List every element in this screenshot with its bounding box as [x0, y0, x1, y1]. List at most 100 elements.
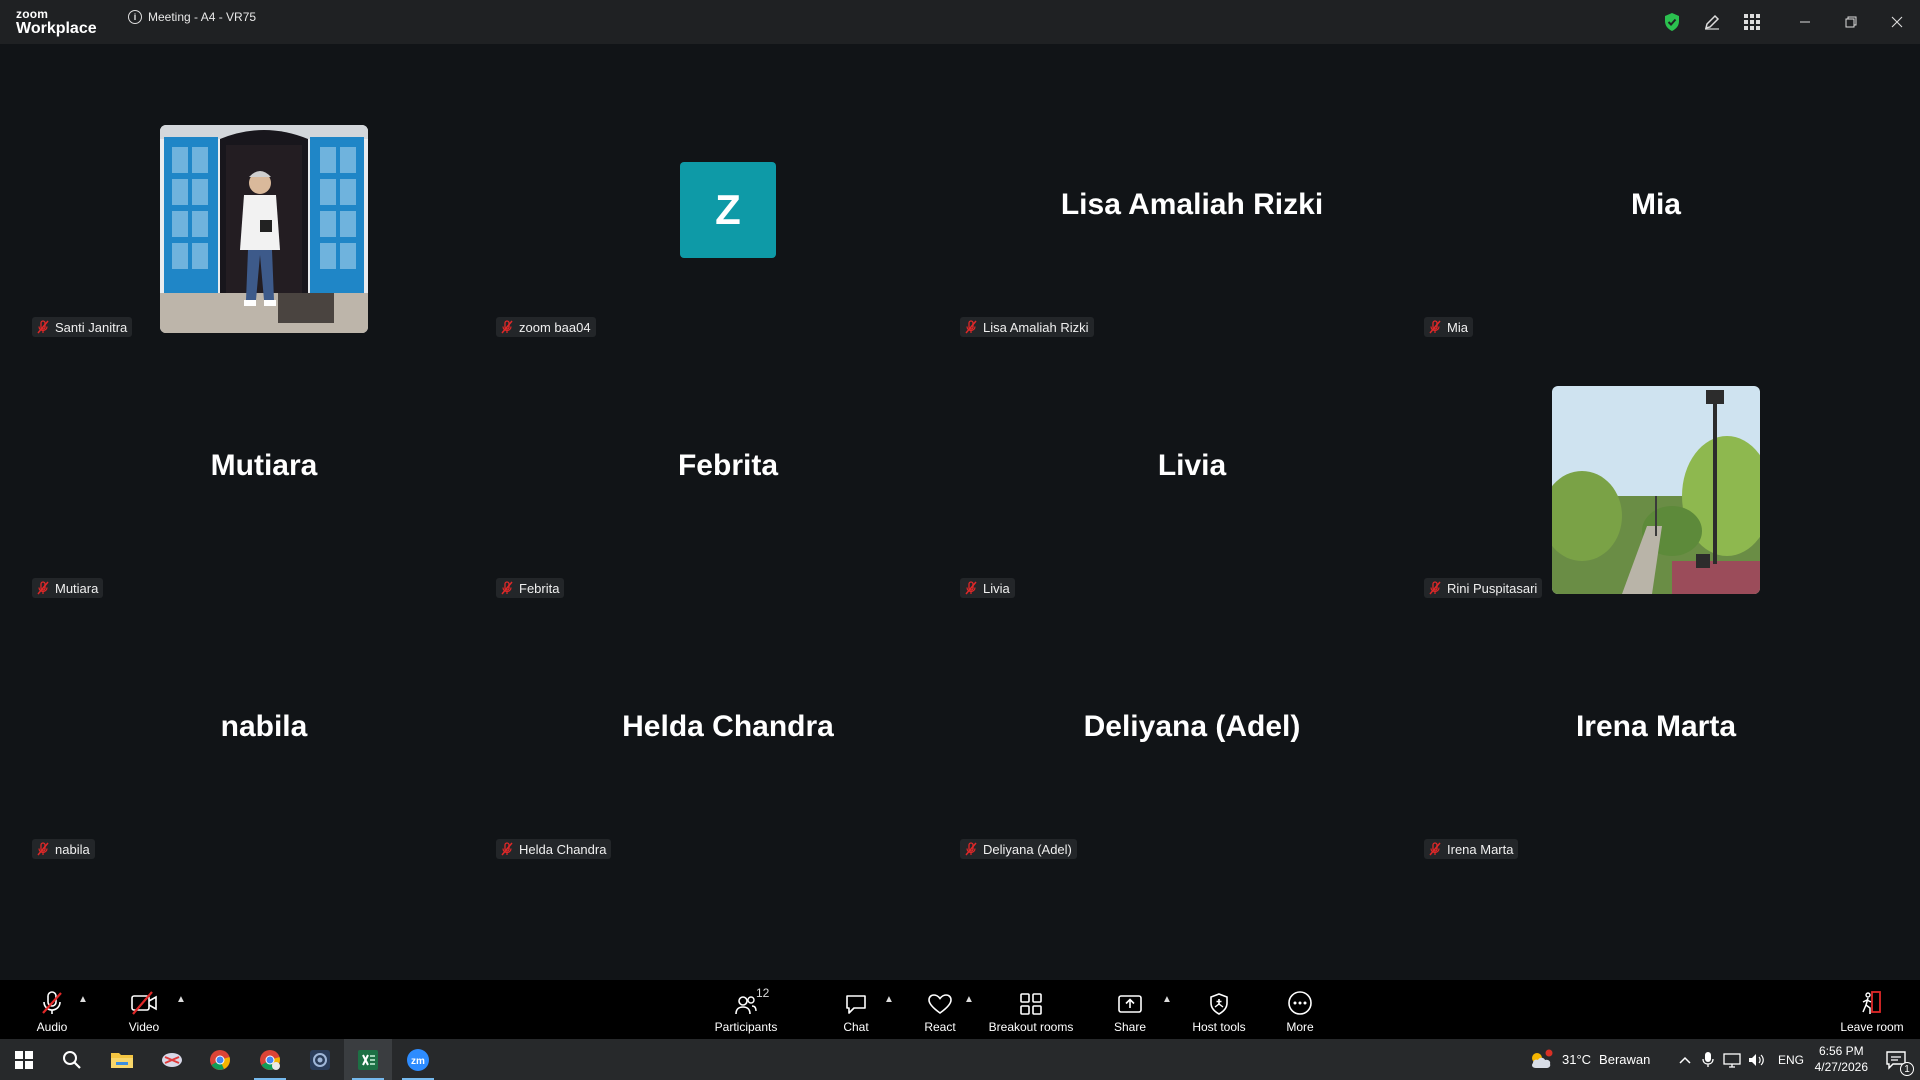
microphone-tray-icon[interactable] [1696, 1051, 1720, 1068]
more-dots-icon [1287, 990, 1313, 1016]
participant-tile[interactable]: Mutiara Mutiara [0, 341, 528, 602]
breakout-rooms-button[interactable]: Breakout rooms [985, 980, 1077, 1039]
participants-label: Participants [714, 1020, 778, 1034]
snipping-tool-icon [162, 1052, 182, 1067]
participant-display-name: Helda Chandra [622, 710, 834, 743]
participant-tile[interactable]: Mia Mia [1392, 80, 1920, 341]
heart-react-icon [927, 990, 953, 1016]
participant-tag-text: zoom baa04 [519, 319, 591, 335]
breakout-rooms-icon [1019, 990, 1043, 1016]
participant-display-name: Livia [1157, 449, 1227, 482]
participant-display-name: Lisa Amaliah Rizki [1060, 188, 1324, 221]
network-icon[interactable] [1720, 1052, 1744, 1068]
excel-taskbar-item[interactable] [344, 1039, 392, 1080]
search-icon [63, 1050, 81, 1069]
muted-mic-icon [36, 581, 50, 595]
chat-icon [844, 990, 868, 1016]
participant-display-name: Irena Marta [1575, 710, 1737, 743]
language-indicator[interactable]: ENG [1778, 1053, 1804, 1067]
participant-name-tag: Rini Puspitasari [1424, 578, 1543, 598]
info-icon: i [128, 10, 142, 24]
restore-button[interactable] [1828, 0, 1874, 44]
audio-button[interactable]: Audio [30, 980, 74, 1039]
video-options-caret[interactable]: ▲ [176, 994, 186, 1005]
snip-tool-taskbar-item[interactable] [148, 1039, 196, 1080]
muted-mic-icon [964, 320, 978, 334]
react-button[interactable]: React [918, 980, 962, 1039]
start-button[interactable] [0, 1039, 48, 1080]
participant-tag-text: Rini Puspitasari [1447, 580, 1538, 596]
react-options-caret[interactable]: ▲ [964, 994, 974, 1005]
participant-tile[interactable]: Deliyana (Adel) Deliyana (Adel) [928, 602, 1456, 863]
muted-mic-icon [1428, 320, 1442, 334]
zoom-taskbar-item[interactable]: zm [394, 1039, 442, 1080]
participant-tile[interactable]: Livia Livia [928, 341, 1456, 602]
close-button[interactable] [1874, 0, 1920, 44]
notification-center-button[interactable]: 1 [1872, 1039, 1920, 1080]
leave-room-icon [1858, 990, 1886, 1016]
participant-tag-text: Santi Janitra [55, 319, 128, 335]
participant-tag-text: Mia [1447, 319, 1468, 335]
apps-grid-icon[interactable] [1732, 0, 1772, 44]
system-tray: ENG [1674, 1039, 1804, 1080]
host-tools-button[interactable]: Host tools [1188, 980, 1250, 1039]
host-tools-shield-icon [1208, 990, 1230, 1016]
participant-tag-text: Helda Chandra [519, 841, 607, 857]
participant-tile[interactable]: nabila nabila [0, 602, 528, 863]
participant-tile[interactable]: Irena Marta Irena Marta [1392, 602, 1920, 863]
share-options-caret[interactable]: ▲ [1162, 994, 1172, 1005]
muted-mic-icon [500, 581, 514, 595]
participant-tile[interactable]: Santi Janitra [0, 80, 528, 341]
participant-name-tag: Santi Janitra [32, 317, 133, 337]
annotate-pen-icon[interactable] [1692, 0, 1732, 44]
zoom-workplace-logo: zoom Workplace [16, 8, 97, 37]
taskbar-clock[interactable]: 6:56 PM 4/27/2026 [1815, 1043, 1868, 1075]
logo-text-bottom: Workplace [16, 20, 97, 37]
weather-widget[interactable]: 31°C Berawan [1528, 1039, 1650, 1080]
muted-mic-icon [500, 320, 514, 334]
titlebar-right-controls [1652, 0, 1920, 44]
windows-logo-icon [15, 1050, 33, 1069]
chat-label: Chat [843, 1020, 869, 1034]
chat-button[interactable]: Chat [834, 980, 878, 1039]
chat-options-caret[interactable]: ▲ [884, 994, 894, 1005]
volume-icon[interactable] [1744, 1052, 1768, 1068]
file-explorer-taskbar-item[interactable] [98, 1039, 146, 1080]
chrome-profile-taskbar-item[interactable] [246, 1039, 294, 1080]
chevron-up-icon[interactable] [1674, 1056, 1696, 1064]
meeting-info-button[interactable]: i Meeting - A4 - VR75 [128, 10, 256, 24]
chrome-taskbar-item[interactable] [196, 1039, 244, 1080]
camera-app-taskbar-item[interactable] [296, 1039, 344, 1080]
windows-taskbar: zm 31°C Berawan ENG 6:56 PM 4/27/2026 1 [0, 1039, 1920, 1080]
muted-mic-icon [1428, 581, 1442, 595]
video-gallery-grid: Santi Janitra Zzoom baa04 Lisa Amaliah Riz… [0, 44, 1920, 980]
muted-mic-icon [36, 320, 50, 334]
participant-profile-photo [160, 125, 368, 333]
participant-tag-text: nabila [55, 841, 90, 857]
participant-name-tag: Deliyana (Adel) [960, 839, 1077, 859]
leave-room-button[interactable]: Leave room [1836, 980, 1908, 1039]
participant-tile[interactable]: Zzoom baa04 [464, 80, 992, 341]
video-button[interactable]: Video [122, 980, 166, 1039]
muted-mic-icon [964, 842, 978, 856]
share-screen-icon [1117, 990, 1143, 1016]
clock-date: 4/27/2026 [1814, 1060, 1868, 1074]
participant-tile[interactable]: Helda Chandra Helda Chandra [464, 602, 992, 863]
participant-tag-text: Livia [983, 580, 1010, 596]
chrome-icon [210, 1049, 230, 1070]
share-button[interactable]: Share [1108, 980, 1152, 1039]
participant-tile[interactable]: Rini Puspitasari [1392, 341, 1920, 602]
search-button[interactable] [48, 1039, 96, 1080]
participant-letter-avatar: Z [680, 162, 776, 258]
more-button[interactable]: More [1278, 980, 1322, 1039]
meeting-toolbar: Audio ▲ Video ▲ 12 Participants Chat ▲ R… [0, 980, 1920, 1039]
muted-mic-icon [36, 842, 50, 856]
folder-icon [111, 1052, 133, 1068]
cloudy-weather-icon [1532, 1049, 1553, 1068]
participant-tile[interactable]: Febrita Febrita [464, 341, 992, 602]
participants-button[interactable]: 12 Participants [710, 980, 782, 1039]
participant-tile[interactable]: Lisa Amaliah Rizki Lisa Amaliah Rizki [928, 80, 1456, 341]
audio-options-caret[interactable]: ▲ [78, 994, 88, 1005]
encryption-shield-icon[interactable] [1652, 0, 1692, 44]
minimize-button[interactable] [1782, 0, 1828, 44]
